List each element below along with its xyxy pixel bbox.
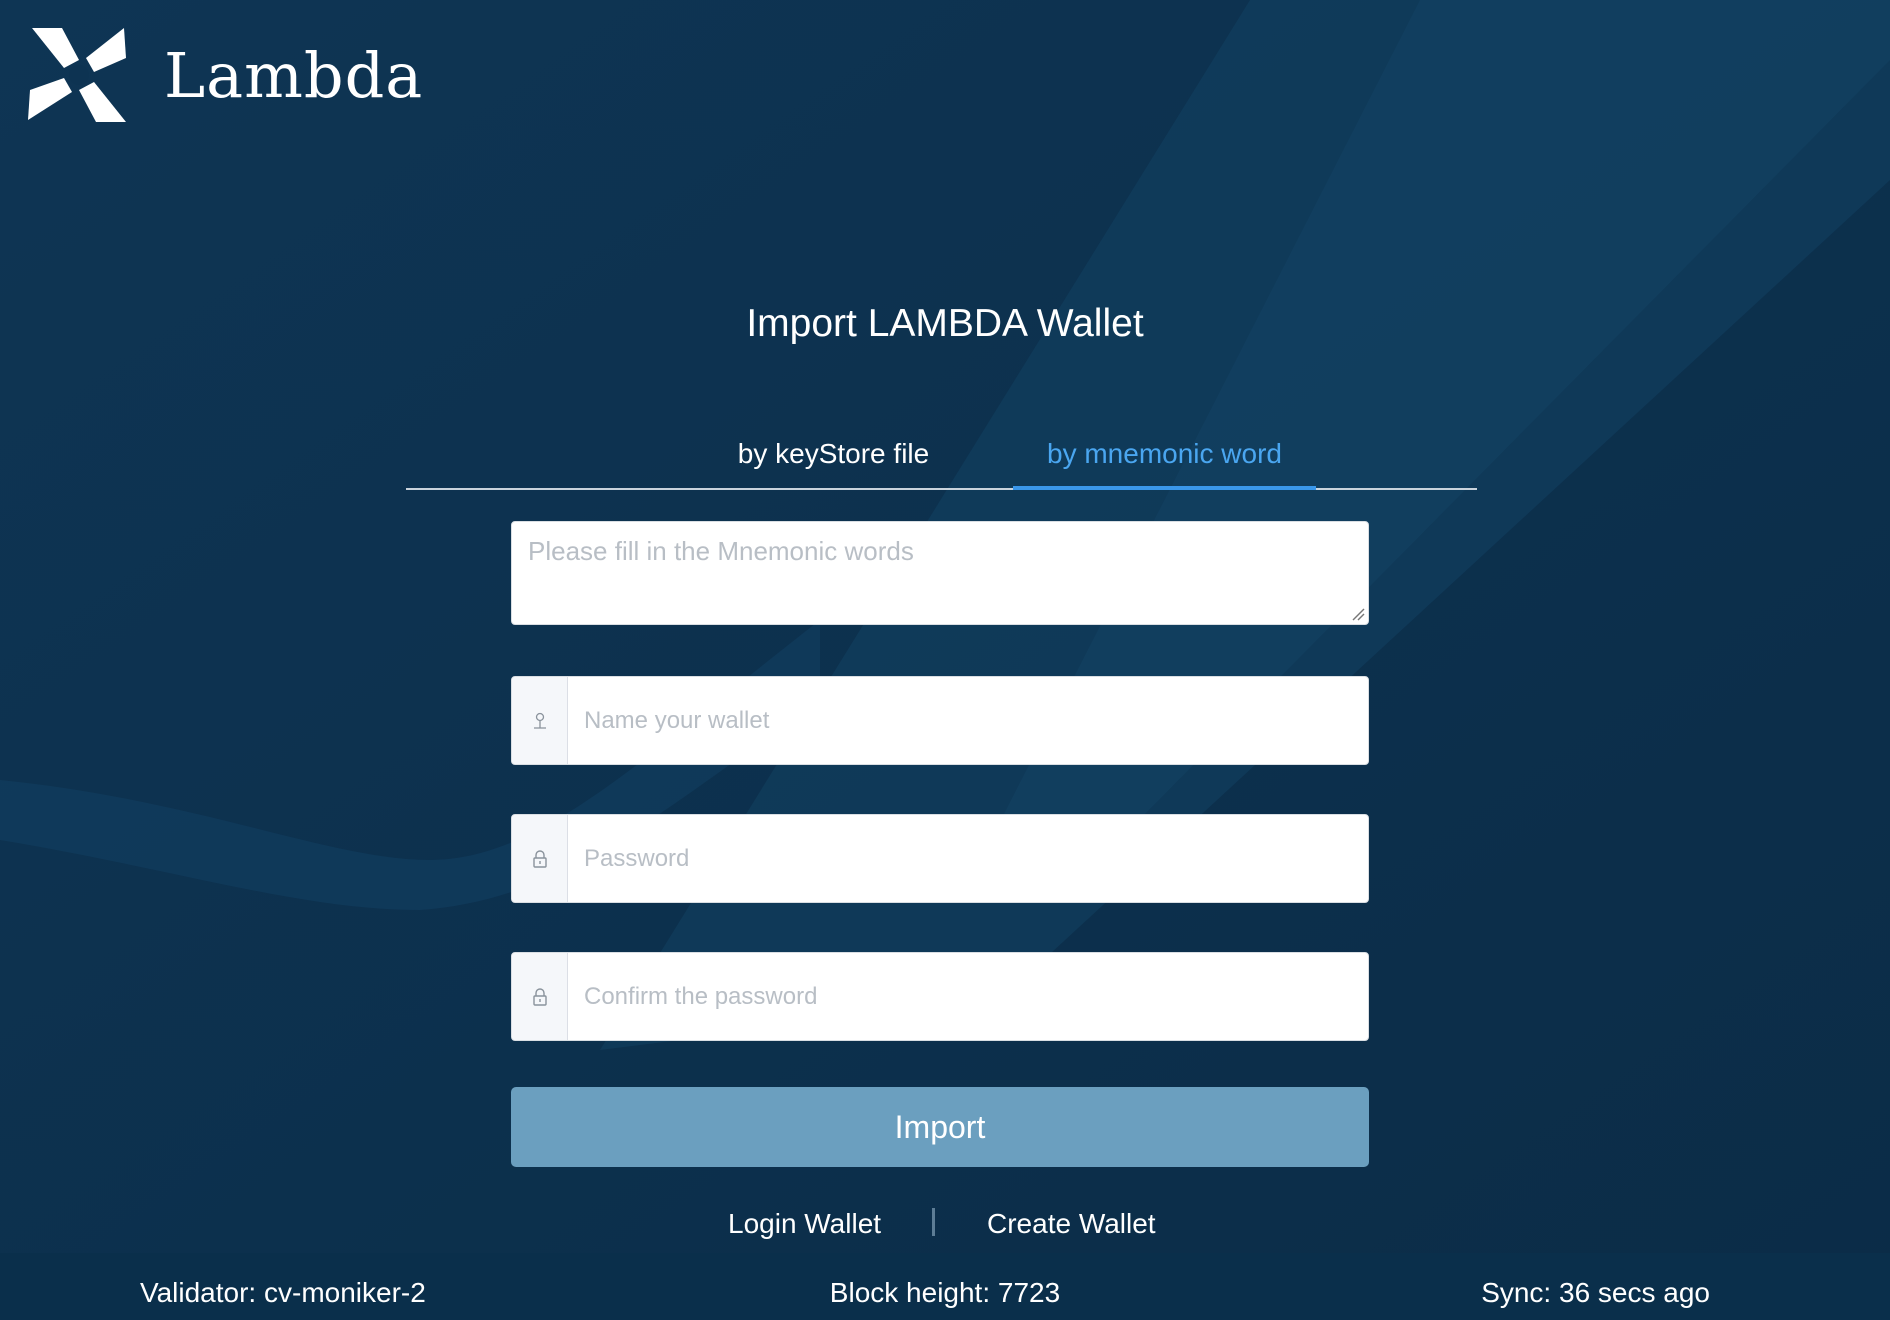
lock-icon [532,849,547,868]
sync-status: Sync: 36 secs ago [1481,1277,1710,1308]
login-wallet-link[interactable]: Login Wallet [728,1208,881,1240]
import-button[interactable]: Import [511,1087,1369,1167]
create-wallet-link[interactable]: Create Wallet [987,1208,1156,1240]
mnemonic-textarea-container [511,521,1369,625]
wallet-name-input[interactable] [568,677,1368,764]
brand-name: Lambda [164,38,424,112]
password-input[interactable] [568,815,1368,902]
auth-links: Login Wallet Create Wallet [0,1206,1890,1246]
confirm-password-input[interactable] [568,953,1368,1040]
lock-icon [532,987,547,1006]
resize-handle-icon[interactable] [1351,607,1365,621]
field-addon [512,677,568,764]
field-addon [512,953,568,1040]
link-divider [932,1208,935,1236]
active-tab-indicator [1013,486,1316,490]
user-icon [533,712,546,729]
status-footer: Validator: cv-moniker-2 Block height: 77… [0,1253,1890,1320]
confirm-password-field [511,952,1369,1041]
wallet-name-field [511,676,1369,765]
lambda-logo-icon [28,28,126,122]
page-title: Import LAMBDA Wallet [746,302,1144,345]
import-method-tabs: by keyStore file by mnemonic word [406,428,1477,490]
mnemonic-input[interactable] [512,522,1368,624]
password-field [511,814,1369,903]
field-addon [512,815,568,902]
tab-keystore-file[interactable]: by keyStore file [716,438,951,488]
brand-logo: Lambda [24,20,423,130]
tab-mnemonic-word[interactable]: by mnemonic word [1013,438,1316,488]
